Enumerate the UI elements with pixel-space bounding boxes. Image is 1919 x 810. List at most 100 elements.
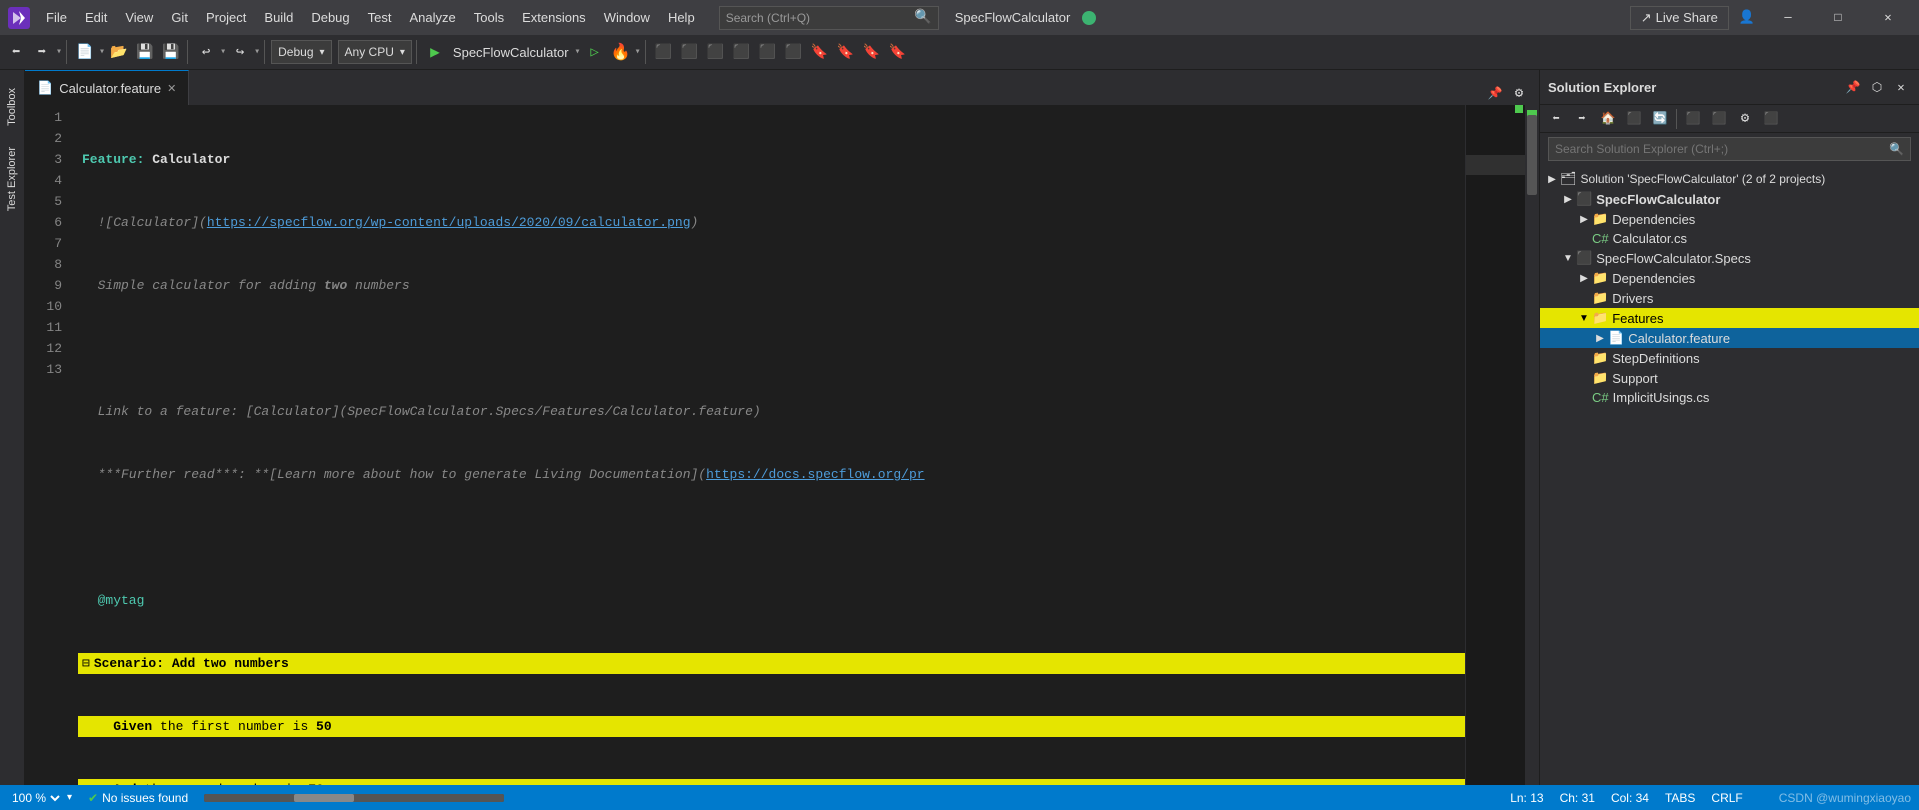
- back-arrow[interactable]: ▾: [56, 46, 62, 58]
- menu-debug[interactable]: Debug: [303, 7, 357, 28]
- feature-file-arrow[interactable]: ▶: [1592, 333, 1608, 344]
- features-arrow[interactable]: ▼: [1576, 313, 1592, 324]
- se-search-input[interactable]: [1555, 142, 1889, 156]
- tab-pin-icon[interactable]: 📌: [1483, 81, 1507, 105]
- zoom-item[interactable]: 100 % ▾: [8, 790, 72, 806]
- live-share-button[interactable]: ↗ Live Share: [1630, 6, 1729, 30]
- menu-file[interactable]: File: [38, 7, 75, 28]
- menu-git[interactable]: Git: [163, 7, 196, 28]
- menu-extensions[interactable]: Extensions: [514, 7, 594, 28]
- project1-calculator-cs[interactable]: ▶ C# Calculator.cs: [1540, 229, 1919, 248]
- project1-arrow[interactable]: ▶: [1560, 194, 1576, 205]
- tb9[interactable]: ⬛: [730, 40, 754, 64]
- title-search-box[interactable]: Search (Ctrl+Q) 🔍: [719, 6, 939, 30]
- menu-analyze[interactable]: Analyze: [401, 7, 463, 28]
- back-button[interactable]: ⬅: [4, 40, 28, 64]
- tb11[interactable]: ⬛: [782, 40, 806, 64]
- se-dock-button[interactable]: ⬡: [1867, 77, 1887, 97]
- vertical-scrollbar[interactable]: [1525, 105, 1539, 785]
- se-collapse-button[interactable]: ⬛: [1681, 107, 1705, 131]
- menu-edit[interactable]: Edit: [77, 7, 115, 28]
- minimize-button[interactable]: ─: [1765, 0, 1811, 35]
- tb15[interactable]: 🔖: [886, 40, 910, 64]
- code-line-9: ⊟Scenario: Add two numbers: [78, 653, 1465, 674]
- zoom-select[interactable]: 100 %: [8, 790, 63, 806]
- redo-button[interactable]: ↪: [228, 40, 252, 64]
- hot-reload-button[interactable]: 🔥: [609, 40, 633, 64]
- platform-dropdown[interactable]: Any CPU ▾: [338, 40, 412, 64]
- deps1-arrow[interactable]: ▶: [1576, 214, 1592, 225]
- scroll-indicator-bar[interactable]: [204, 794, 504, 802]
- se-properties-button[interactable]: ⬛: [1759, 107, 1783, 131]
- run-without-debug-button[interactable]: ▷: [583, 40, 607, 64]
- toolbox-tab[interactable]: Toolbox: [4, 80, 20, 134]
- se-refresh-button[interactable]: 🔄: [1648, 107, 1672, 131]
- scroll-thumb[interactable]: [1527, 115, 1537, 195]
- se-forward-button[interactable]: ➡: [1570, 107, 1594, 131]
- se-search-box[interactable]: 🔍: [1548, 137, 1911, 161]
- menu-help[interactable]: Help: [660, 7, 703, 28]
- project1-deps[interactable]: ▶ 📁 Dependencies: [1540, 209, 1919, 229]
- menu-test[interactable]: Test: [360, 7, 400, 28]
- run-toolbar-group: ▶ SpecFlowCalculator ▾ ▷ 🔥 ▾: [423, 40, 646, 64]
- se-home-button[interactable]: 🏠: [1596, 107, 1620, 131]
- tab-close-button[interactable]: ✕: [167, 82, 176, 95]
- zoom-dropdown-arrow[interactable]: ▾: [67, 792, 72, 803]
- close-button[interactable]: ✕: [1865, 0, 1911, 35]
- project2-drivers[interactable]: ▶ 📁 Drivers: [1540, 288, 1919, 308]
- solution-node[interactable]: ▶ 🗂 Solution 'SpecFlowCalculator' (2 of …: [1540, 169, 1919, 189]
- restore-button[interactable]: □: [1815, 0, 1861, 35]
- calculator-feature-tab[interactable]: 📄 Calculator.feature ✕: [25, 70, 189, 105]
- new-file-button[interactable]: 📄: [73, 40, 97, 64]
- se-close-button[interactable]: ✕: [1891, 77, 1911, 97]
- run-button[interactable]: ▶: [423, 40, 447, 64]
- se-view-button[interactable]: ⬛: [1707, 107, 1731, 131]
- forward-button[interactable]: ➡: [30, 40, 54, 64]
- project2-node[interactable]: ▼ ⬛ SpecFlowCalculator.Specs: [1540, 248, 1919, 268]
- se-pin-button[interactable]: 📌: [1843, 77, 1863, 97]
- project2-deps[interactable]: ▶ 📁 Dependencies: [1540, 268, 1919, 288]
- run-dropdown[interactable]: ▾: [575, 46, 581, 58]
- open-button[interactable]: 📂: [107, 40, 131, 64]
- project2-features[interactable]: ▼ 📁 Features: [1540, 308, 1919, 328]
- project2-implicit[interactable]: ▶ C# ImplicitUsings.cs: [1540, 388, 1919, 407]
- tb8[interactable]: ⬛: [704, 40, 728, 64]
- undo-dropdown[interactable]: ▾: [220, 46, 226, 58]
- new-dropdown[interactable]: ▾: [99, 46, 105, 58]
- no-issues-item[interactable]: ✔ No issues found: [88, 791, 188, 805]
- project2-arrow[interactable]: ▼: [1560, 253, 1576, 264]
- stepdefs-icon: 📁: [1592, 350, 1608, 366]
- menu-window[interactable]: Window: [596, 7, 658, 28]
- code-line-2: ![Calculator](https://specflow.org/wp-co…: [78, 212, 1465, 233]
- solution-expand-arrow[interactable]: ▶: [1544, 174, 1560, 185]
- tb10[interactable]: ⬛: [756, 40, 780, 64]
- tb13[interactable]: 🔖: [834, 40, 858, 64]
- se-filter-button[interactable]: ⬛: [1622, 107, 1646, 131]
- code-editor[interactable]: Feature: Calculator ![Calculator](https:…: [70, 105, 1465, 785]
- user-icon[interactable]: 👤: [1733, 10, 1761, 25]
- tb14[interactable]: 🔖: [860, 40, 884, 64]
- se-back-button[interactable]: ⬅: [1544, 107, 1568, 131]
- breakpoint-button[interactable]: ⬛: [652, 40, 676, 64]
- deps2-arrow[interactable]: ▶: [1576, 273, 1592, 284]
- save-all-button[interactable]: 💾: [159, 40, 183, 64]
- se-settings-button[interactable]: ⚙: [1733, 107, 1757, 131]
- menu-view[interactable]: View: [117, 7, 161, 28]
- test-explorer-tab[interactable]: Test Explorer: [4, 139, 20, 219]
- save-button[interactable]: 💾: [133, 40, 157, 64]
- redo-dropdown[interactable]: ▾: [254, 46, 260, 58]
- hot-reload-dropdown[interactable]: ▾: [635, 46, 641, 58]
- config-dropdown[interactable]: Debug ▾: [271, 40, 331, 64]
- tb7[interactable]: ⬛: [678, 40, 702, 64]
- project2-stepdefs[interactable]: ▶ 📁 StepDefinitions: [1540, 348, 1919, 368]
- menu-build[interactable]: Build: [256, 7, 301, 28]
- menu-tools[interactable]: Tools: [466, 7, 512, 28]
- stepdefs-label: StepDefinitions: [1612, 351, 1699, 366]
- bookmark-button[interactable]: 🔖: [808, 40, 832, 64]
- menu-project[interactable]: Project: [198, 7, 254, 28]
- project2-support[interactable]: ▶ 📁 Support: [1540, 368, 1919, 388]
- project1-node[interactable]: ▶ ⬛ SpecFlowCalculator: [1540, 189, 1919, 209]
- undo-button[interactable]: ↩: [194, 40, 218, 64]
- calculator-feature-node[interactable]: ▶ 📄 Calculator.feature: [1540, 328, 1919, 348]
- tab-settings-icon[interactable]: ⚙: [1507, 81, 1531, 105]
